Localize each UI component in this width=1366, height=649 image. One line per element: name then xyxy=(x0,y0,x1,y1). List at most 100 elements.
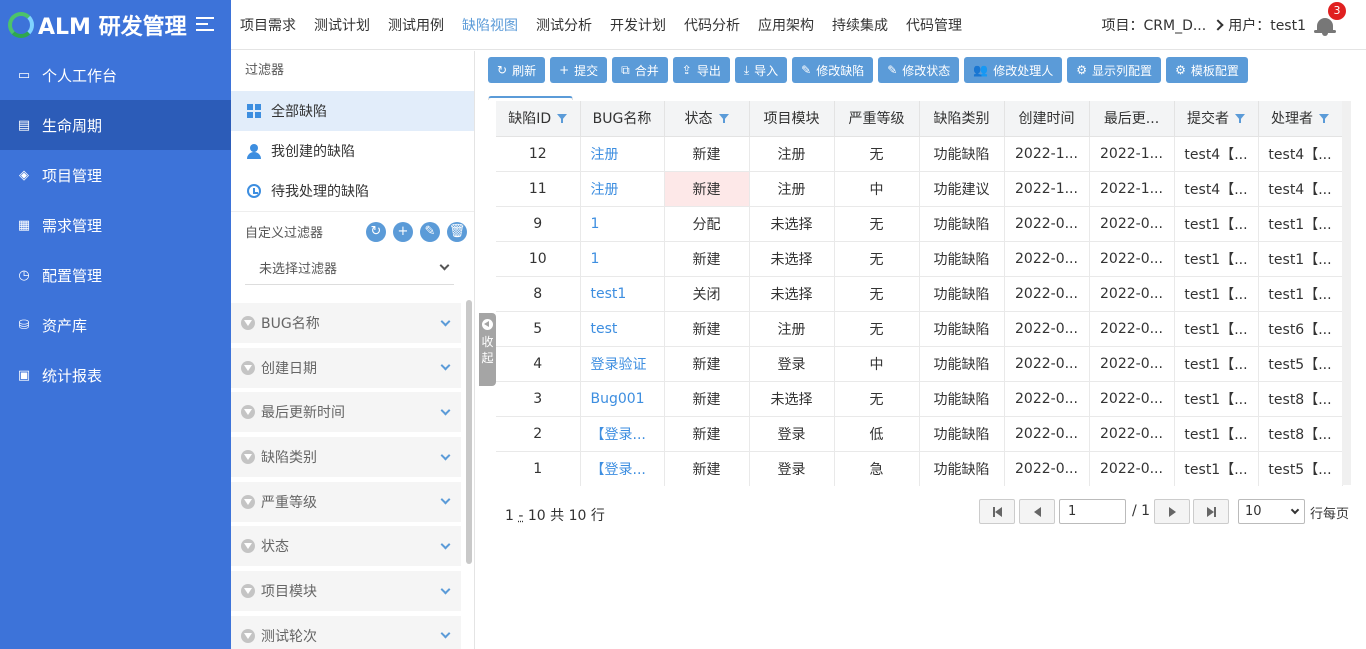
sidebar-item-2[interactable]: ◈ 项目管理 xyxy=(0,150,231,200)
table-row[interactable]: 8 test1 关闭 未选择无功能缺陷 2022-0... 2022-0... test1【… xyxy=(496,276,1343,312)
bug-name-link[interactable]: 注册 xyxy=(580,136,665,172)
bug-name-link[interactable]: 登录验证 xyxy=(580,346,665,382)
sidebar-item-0[interactable]: ▭ 个人工作台 xyxy=(0,50,231,100)
column-header-5[interactable]: 缺陷类别 xyxy=(919,101,1005,137)
filter-accordion-2[interactable]: 最后更新时间 xyxy=(231,392,461,433)
filter-accordion-6[interactable]: 项目模块 xyxy=(231,571,461,612)
refresh-filter-icon[interactable]: ↻ xyxy=(366,221,386,242)
column-header-0[interactable]: 缺陷ID xyxy=(496,101,581,137)
add-filter-icon[interactable]: + xyxy=(393,221,413,242)
page-size-label: 行每页 xyxy=(1310,507,1350,522)
toolbar-button-7[interactable]: 👥 修改处理人 xyxy=(964,57,1063,83)
toolbar-button-3[interactable]: ⇪ 导出 xyxy=(672,57,730,83)
nav-tab-4[interactable]: 测试分析 xyxy=(527,15,601,35)
delete-filter-icon[interactable]: 🗑 xyxy=(447,221,467,242)
toolbar-button-0[interactable]: ↻ 刷新 xyxy=(488,57,546,83)
sidebar-item-5[interactable]: ⛁ 资产库 xyxy=(0,300,231,350)
table-row[interactable]: 5 test 新建 注册无功能缺陷 2022-0... 2022-0... test1【..… xyxy=(496,311,1343,347)
nav-tab-0[interactable]: 项目需求 xyxy=(231,15,305,35)
filter-scrollbar[interactable] xyxy=(466,300,472,564)
bug-name-link[interactable]: 1 xyxy=(580,241,665,277)
current-user[interactable]: 用户：test1 xyxy=(1228,15,1306,35)
chevron-down-icon xyxy=(440,316,451,326)
last-page-button[interactable] xyxy=(1193,499,1229,524)
table-row[interactable]: 9 1 分配 未选择无功能缺陷 2022-0... 2022-0... test1【... t… xyxy=(496,206,1343,242)
nav-tab-2[interactable]: 测试用例 xyxy=(379,15,453,35)
table-cell: 新建 xyxy=(664,416,750,452)
chevron-right-icon[interactable] xyxy=(1212,19,1224,31)
nav-tab-5[interactable]: 开发计划 xyxy=(601,15,675,35)
table-cell: 功能缺陷 xyxy=(919,206,1005,242)
column-header-6[interactable]: 创建时间 xyxy=(1004,101,1090,137)
bug-name-link[interactable]: 【登录... xyxy=(580,451,665,486)
toolbar-button-4[interactable]: ⤓ 导入 xyxy=(734,57,788,83)
next-page-button[interactable] xyxy=(1154,499,1190,524)
filter-my-pending[interactable]: 待我处理的缺陷 xyxy=(231,171,474,211)
column-header-1[interactable]: BUG名称 xyxy=(580,101,665,137)
filter-accordion-0[interactable]: BUG名称 xyxy=(231,303,461,343)
filter-accordion-4[interactable]: 严重等级 xyxy=(231,481,461,522)
filter-icon[interactable] xyxy=(1319,113,1329,124)
bug-name-link[interactable]: 注册 xyxy=(580,171,665,207)
filter-my-created[interactable]: 我创建的缺陷 xyxy=(231,131,474,171)
sidebar-item-3[interactable]: ▦ 需求管理 xyxy=(0,200,231,250)
filter-accordion-1[interactable]: 创建日期 xyxy=(231,347,461,388)
table-cell: 2022-0... xyxy=(1089,311,1175,347)
column-header-7[interactable]: 最后更... xyxy=(1089,101,1175,137)
page-size-select[interactable]: 10 xyxy=(1238,499,1305,524)
nav-tab-9[interactable]: 代码管理 xyxy=(897,15,971,35)
toolbar-button-2[interactable]: ⧉ 合并 xyxy=(612,57,668,83)
table-scrollbar[interactable] xyxy=(1342,101,1351,485)
sidebar-item-1[interactable]: ▤ 生命周期 xyxy=(0,100,231,150)
bug-name-link[interactable]: Bug001 xyxy=(580,381,665,417)
filter-select[interactable]: 未选择过滤器 xyxy=(245,251,454,285)
filter-icon[interactable] xyxy=(1235,113,1245,124)
toolbar-button-5[interactable]: ✎ 修改缺陷 xyxy=(792,57,874,83)
nav-tab-8[interactable]: 持续集成 xyxy=(823,15,897,35)
filter-accordion-5[interactable]: 状态 xyxy=(231,526,461,567)
toolbar-button-1[interactable]: + 提交 xyxy=(550,57,608,83)
nav-tab-3[interactable]: 缺陷视图 xyxy=(453,15,527,35)
filter-all-defects[interactable]: 全部缺陷 xyxy=(231,91,474,131)
table-row[interactable]: 2 【登录... 新建 登录低功能缺陷 2022-0... 2022-0... test1【… xyxy=(496,416,1343,452)
filter-icon[interactable] xyxy=(557,113,568,124)
collapse-panel-button[interactable]: 收 起 xyxy=(479,313,496,386)
menu-toggle-icon[interactable] xyxy=(196,17,216,35)
nav-tab-6[interactable]: 代码分析 xyxy=(675,15,749,35)
table-row[interactable]: 4 登录验证 新建 登录中功能缺陷 2022-0... 2022-0... test1【..… xyxy=(496,346,1343,382)
table-cell: 关闭 xyxy=(664,276,750,312)
filter-icon[interactable] xyxy=(718,113,729,124)
column-header-3[interactable]: 项目模块 xyxy=(749,101,835,137)
toolbar-button-9[interactable]: ⚙ 模板配置 xyxy=(1166,57,1248,83)
table-row[interactable]: 1 【登录... 新建 登录急功能缺陷 2022-0... 2022-0... test1【… xyxy=(496,451,1343,486)
filter-accordion-7[interactable]: 测试轮次 xyxy=(231,615,461,649)
column-header-4[interactable]: 严重等级 xyxy=(834,101,920,137)
first-page-button[interactable] xyxy=(979,499,1015,524)
filter-accordion-3[interactable]: 缺陷类别 xyxy=(231,437,461,478)
upload-icon: ⇪ xyxy=(681,63,692,77)
bell-icon[interactable]: 3 xyxy=(1314,2,1346,36)
nav-tab-7[interactable]: 应用架构 xyxy=(749,15,823,35)
column-header-9[interactable]: 处理者 xyxy=(1258,101,1343,137)
nav-tab-1[interactable]: 测试计划 xyxy=(305,15,379,35)
edit-filter-icon[interactable]: ✎ xyxy=(420,221,440,242)
column-header-8[interactable]: 提交者 xyxy=(1174,101,1259,137)
sidebar-item-4[interactable]: ◷ 配置管理 xyxy=(0,250,231,300)
bug-name-link[interactable]: 1 xyxy=(580,206,665,242)
project-selector[interactable]: 项目：CRM_D... xyxy=(1101,15,1206,35)
table-row[interactable]: 3 Bug001 新建 未选择无功能缺陷 2022-0... 2022-0... test1… xyxy=(496,381,1343,417)
column-header-2[interactable]: 状态 xyxy=(664,101,750,137)
prev-page-button[interactable] xyxy=(1019,499,1055,524)
bug-name-link[interactable]: test1 xyxy=(580,276,665,312)
toolbar-button-6[interactable]: ✎ 修改状态 xyxy=(878,57,960,83)
pager-info: 1 - 10 共 10 行 xyxy=(505,508,605,524)
page-input[interactable] xyxy=(1059,499,1126,524)
table-row[interactable]: 10 1 新建 未选择无功能缺陷 2022-0... 2022-0... test1【...… xyxy=(496,241,1343,277)
toolbar-button-8[interactable]: ⚙ 显示列配置 xyxy=(1067,57,1162,83)
sidebar-item-6[interactable]: ▣ 统计报表 xyxy=(0,350,231,400)
bug-name-link[interactable]: 【登录... xyxy=(580,416,665,452)
table-cell: 1 xyxy=(496,451,581,486)
bug-name-link[interactable]: test xyxy=(580,311,665,347)
table-row[interactable]: 11 注册 新建 注册中功能建议 2022-1... 2022-1... test4【...… xyxy=(496,171,1343,207)
table-row[interactable]: 12 注册 新建 注册无功能缺陷 2022-1... 2022-1... test4【...… xyxy=(496,136,1343,172)
